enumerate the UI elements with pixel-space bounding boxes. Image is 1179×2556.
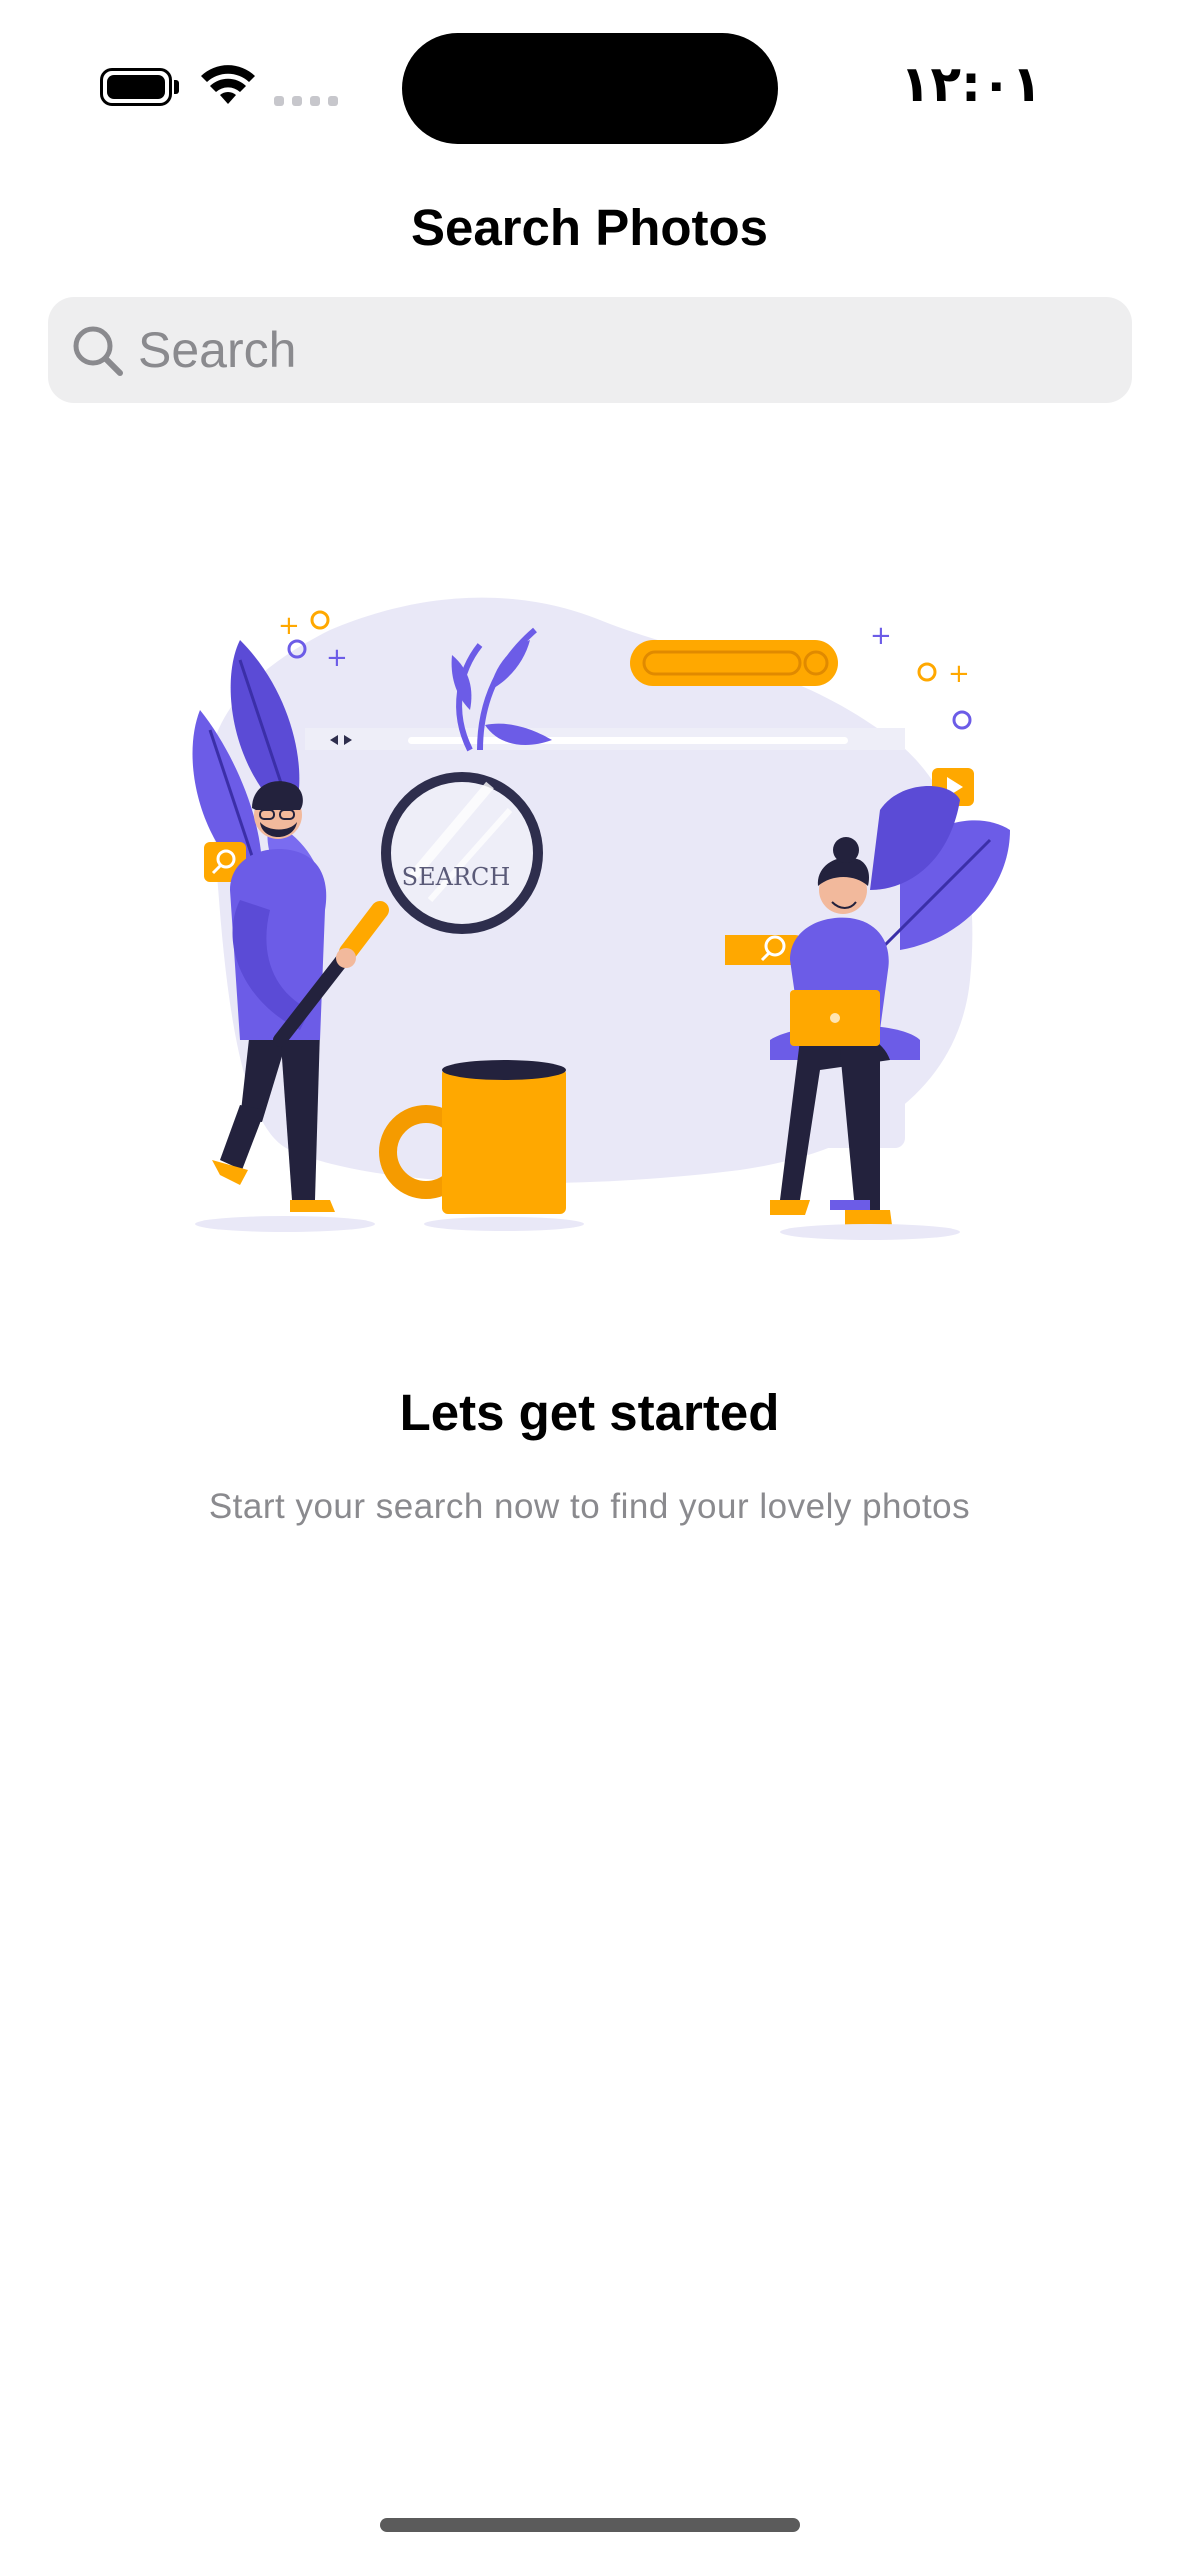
home-indicator[interactable] bbox=[380, 2518, 800, 2532]
dynamic-island bbox=[402, 33, 778, 144]
svg-text:+: + bbox=[326, 643, 348, 673]
search-icon bbox=[73, 326, 123, 376]
search-input[interactable] bbox=[138, 297, 1098, 403]
search-bar[interactable] bbox=[48, 297, 1132, 403]
status-bar: ۱۲:۰۱ bbox=[0, 0, 1179, 150]
svg-text:+: + bbox=[278, 611, 300, 641]
empty-state-subtitle: Start your search now to find your lovel… bbox=[208, 1487, 971, 1526]
battery-icon bbox=[100, 68, 180, 106]
empty-state-title: Lets get started bbox=[399, 1384, 780, 1441]
status-time: ۱۲:۰۱ bbox=[900, 55, 1043, 113]
page-title: Search Photos bbox=[410, 199, 769, 256]
wifi-icon bbox=[201, 65, 255, 104]
search-illustration: + + + + SEARCH bbox=[192, 597, 1010, 1240]
magnifier-text: SEARCH bbox=[402, 863, 511, 891]
svg-text:+: + bbox=[948, 659, 970, 689]
cellular-signal-icon bbox=[274, 96, 338, 106]
svg-text:+: + bbox=[870, 621, 892, 651]
